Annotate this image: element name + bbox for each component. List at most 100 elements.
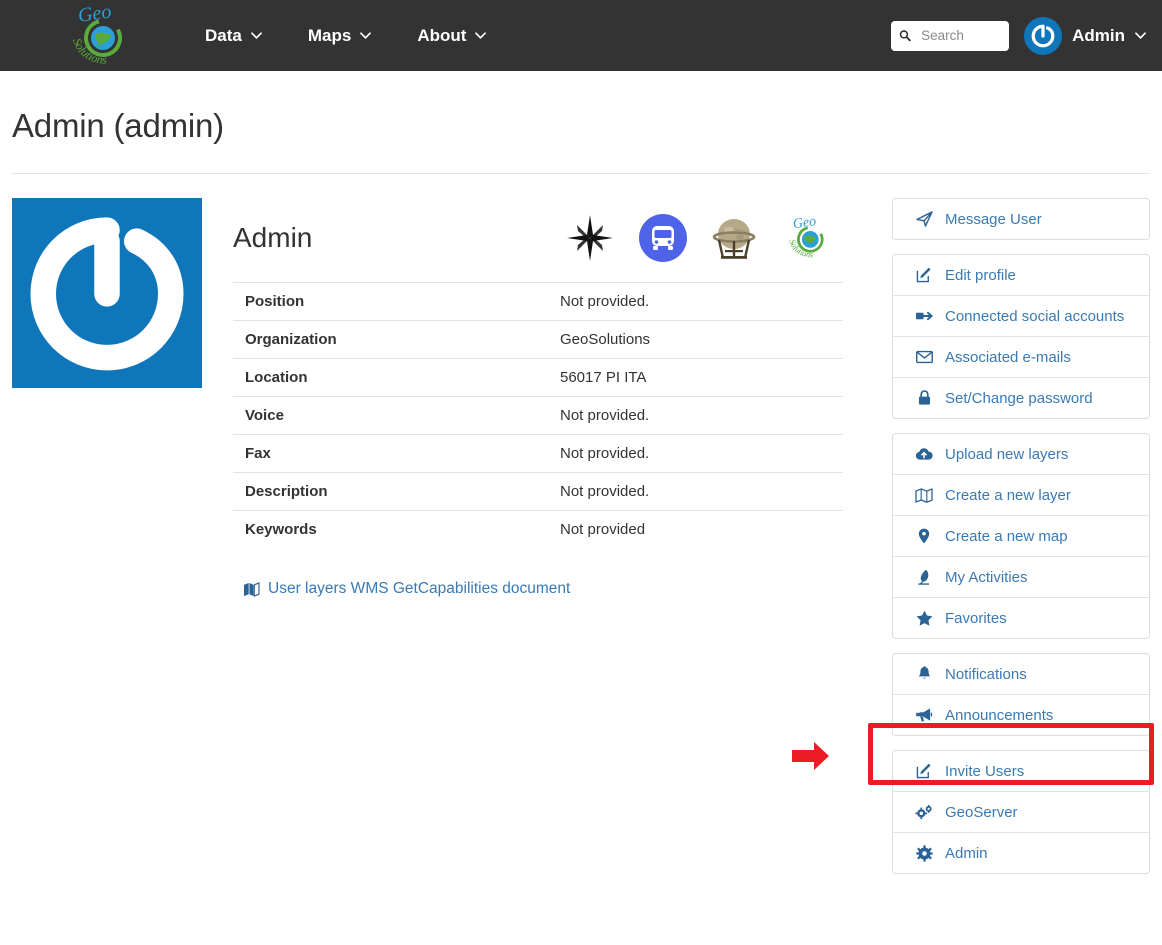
- sidebar-group-admin: Invite Users GeoServer Admin: [892, 750, 1150, 874]
- sidebar-group-message: Message User: [892, 198, 1150, 240]
- profile-table: Position Not provided. Organization GeoS…: [233, 282, 843, 548]
- geonode-logo-icon: [1031, 24, 1055, 47]
- cloud-upload-icon: [915, 445, 933, 463]
- chevron-down-icon: [360, 32, 372, 39]
- profile-info-column: Admin Geo Solutions Position Not provide…: [207, 198, 857, 888]
- sidebar-item-geoserver[interactable]: GeoServer: [893, 791, 1149, 832]
- map-folded-icon: [915, 486, 933, 504]
- table-row: Description Not provided.: [233, 472, 843, 511]
- table-row: Position Not provided.: [233, 282, 843, 321]
- sidebar-item-label: Message User: [945, 210, 1042, 228]
- sidebar-item-label: Announcements: [945, 706, 1054, 724]
- chevron-down-icon: [475, 32, 487, 39]
- sidebar-item-set-change-password[interactable]: Set/Change password: [893, 377, 1149, 418]
- page-title: Admin (admin): [12, 107, 224, 144]
- nav-item-maps-label: Maps: [307, 25, 352, 45]
- star-icon: [915, 609, 933, 627]
- envelope-icon: [915, 348, 933, 366]
- sidebar-item-notifications[interactable]: Notifications: [893, 654, 1149, 694]
- field-label: Keywords: [245, 521, 317, 538]
- user-menu[interactable]: Admin: [1024, 16, 1146, 55]
- field-value: Not provided.: [560, 407, 650, 424]
- table-row: Voice Not provided.: [233, 396, 843, 435]
- bullhorn-icon: [915, 706, 933, 724]
- nav-item-data[interactable]: Data: [205, 26, 262, 46]
- sidebar-group-content: Upload new layers Create a new layer Cre…: [892, 433, 1150, 639]
- field-value: GeoSolutions: [560, 331, 651, 348]
- field-label: Location: [245, 369, 308, 386]
- bus-icon[interactable]: [639, 214, 687, 262]
- sidebar-item-label: Notifications: [945, 665, 1027, 683]
- table-row: Keywords Not provided: [233, 510, 843, 549]
- table-row: Fax Not provided.: [233, 434, 843, 473]
- sidebar-item-upload-new-layers[interactable]: Upload new layers: [893, 434, 1149, 474]
- sidebar-item-edit-profile[interactable]: Edit profile: [893, 255, 1149, 295]
- navbar-right: Admin: [891, 0, 1146, 71]
- sidebar-item-announcements[interactable]: Announcements: [893, 694, 1149, 735]
- nav-item-maps[interactable]: Maps: [307, 25, 372, 46]
- right-arrow-icon: [792, 742, 829, 770]
- lock-icon: [915, 389, 933, 407]
- table-row: Organization GeoSolutions: [233, 320, 843, 359]
- main-content: Admin Geo Solutions Position Not provide…: [0, 174, 1162, 888]
- sidebar-item-label: GeoServer: [945, 803, 1018, 821]
- field-value: 56017 PI ITA: [560, 369, 647, 386]
- sidebar-item-connected-social-accounts[interactable]: Connected social accounts: [893, 295, 1149, 336]
- feather-icon: [915, 568, 933, 586]
- gear-icon: [915, 844, 933, 862]
- sidebar-item-label: Invite Users: [945, 762, 1025, 780]
- sign-in-icon: [915, 307, 933, 325]
- wms-getcapabilities-link[interactable]: User layers WMS GetCapabilities document: [233, 580, 843, 598]
- sidebar-item-label: Create a new map: [945, 527, 1068, 545]
- sidebar-item-associated-emails[interactable]: Associated e-mails: [893, 336, 1149, 377]
- avatar: [1024, 16, 1063, 55]
- sidebar-item-my-activities[interactable]: My Activities: [893, 556, 1149, 597]
- cogs-icon: [915, 803, 933, 821]
- sidebar-item-create-a-new-map[interactable]: Create a new map: [893, 515, 1149, 556]
- sidebar-item-message-user[interactable]: Message User: [893, 199, 1149, 239]
- sidebar-item-label: My Activities: [945, 568, 1028, 586]
- field-value: Not provided.: [560, 483, 650, 500]
- table-row: Location 56017 PI ITA: [233, 358, 843, 397]
- search-box[interactable]: [891, 20, 1010, 51]
- page-header: Admin (admin): [0, 71, 1162, 145]
- paper-plane-icon: [915, 210, 933, 228]
- sidebar-item-label: Connected social accounts: [945, 307, 1125, 325]
- profile-avatar-column: [12, 198, 207, 888]
- field-label: Position: [245, 293, 305, 310]
- brand-logo[interactable]: Geo Solutions: [58, 0, 150, 71]
- wms-link-label: User layers WMS GetCapabilities document: [268, 580, 571, 597]
- nav-item-about[interactable]: About: [417, 26, 487, 46]
- search-icon: [899, 30, 911, 42]
- top-navbar: Geo Solutions Data Maps About Search Adm…: [0, 0, 1162, 71]
- sidebar-item-label: Associated e-mails: [945, 348, 1071, 366]
- field-value: Not provided.: [560, 445, 650, 462]
- sidebar-item-admin[interactable]: Admin: [893, 832, 1149, 873]
- search-input[interactable]: [919, 27, 1002, 44]
- field-label: Fax: [245, 445, 271, 462]
- compass-rose-icon[interactable]: [563, 211, 617, 265]
- sidebar-item-label: Upload new layers: [945, 445, 1069, 463]
- profile-header-row: Admin Geo Solutions: [233, 198, 843, 278]
- edit-square-icon: [915, 266, 933, 284]
- sidebar-group-notifications: Notifications Announcements: [892, 653, 1150, 736]
- sidebar-item-label: Set/Change password: [945, 389, 1093, 407]
- sidebar-item-create-a-new-layer[interactable]: Create a new layer: [893, 474, 1149, 515]
- sidebar-item-label: Create a new layer: [945, 486, 1071, 504]
- map-icon: [244, 581, 260, 597]
- profile-display-name: Admin: [233, 222, 313, 253]
- sidebar-item-invite-users[interactable]: Invite Users: [893, 751, 1149, 791]
- profile-social-icons: Geo Solutions: [563, 209, 843, 267]
- sidebar-item-favorites[interactable]: Favorites: [893, 597, 1149, 638]
- geosolutions-logo-icon: Geo Solutions: [70, 2, 122, 66]
- geosolutions-logo-icon[interactable]: Geo Solutions: [781, 209, 841, 267]
- field-label: Description: [245, 483, 328, 500]
- sidebar-group-account: Edit profile Connected social accounts A…: [892, 254, 1150, 419]
- field-value: Not provided.: [560, 293, 650, 310]
- bell-icon: [915, 665, 933, 683]
- chevron-down-icon: [250, 32, 262, 39]
- field-label: Organization: [245, 331, 337, 348]
- chevron-down-icon: [1135, 32, 1146, 39]
- globe-stand-icon[interactable]: [709, 212, 759, 264]
- sidebar-item-label: Edit profile: [945, 266, 1016, 284]
